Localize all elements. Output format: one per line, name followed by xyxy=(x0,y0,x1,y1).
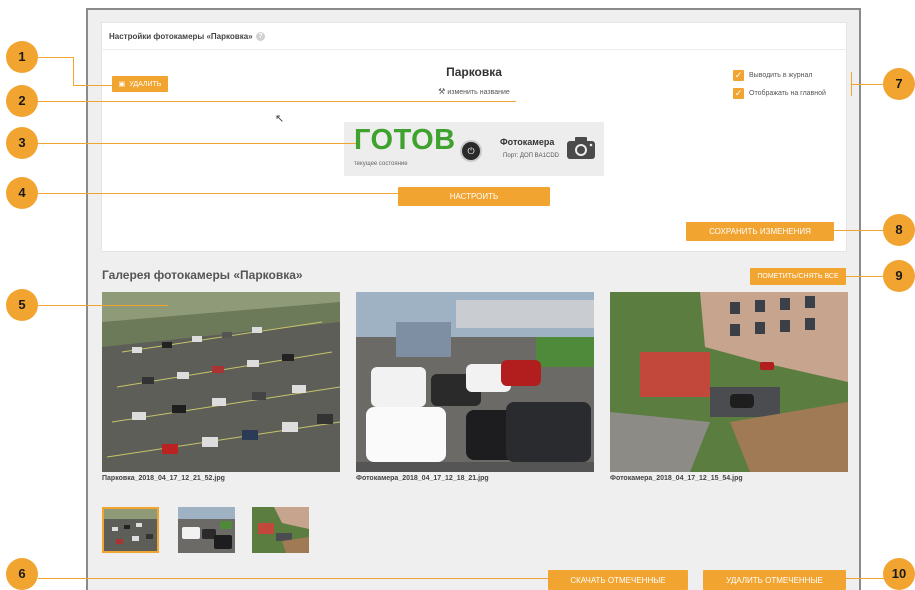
marker-9: 9 xyxy=(883,260,915,292)
checkbox-log[interactable]: ✓ Выводить в журнал xyxy=(733,69,853,81)
mouse-pointer-icon: ↖ xyxy=(275,113,285,125)
camera-icon xyxy=(567,137,595,159)
marker-6: 6 xyxy=(6,558,38,590)
checkpoint-photo-image xyxy=(356,292,594,472)
wrench-icon: ⚒ xyxy=(438,87,446,96)
delete-marked-button[interactable]: УДАЛИТЬ ОТМЕЧЕННЫЕ xyxy=(703,570,846,590)
callout-line-10 xyxy=(846,578,886,579)
rename-label: изменить название xyxy=(447,89,510,96)
marker-3: 3 xyxy=(6,127,38,159)
gallery-photo-1[interactable] xyxy=(102,292,340,472)
callout-line-3 xyxy=(38,143,356,144)
marker-1: 1 xyxy=(6,41,38,73)
download-marked-button[interactable]: СКАЧАТЬ ОТМЕЧЕННЫЕ xyxy=(548,570,688,590)
power-button[interactable]: ⏻ xyxy=(460,140,482,162)
callout-line-2 xyxy=(38,101,516,102)
device-name: Фотокамера xyxy=(500,137,555,147)
marker-5: 5 xyxy=(6,289,38,321)
marker-2: 2 xyxy=(6,85,38,117)
delete-camera-label: УДАЛИТЬ xyxy=(129,80,162,88)
callout-line-1 xyxy=(38,57,73,58)
thumbnail-1[interactable] xyxy=(102,507,159,553)
status-state: ГОТОВ xyxy=(354,124,456,156)
checkmark-icon: ✓ xyxy=(733,87,744,99)
thumbnail-3[interactable] xyxy=(252,507,309,553)
callout-line-8 xyxy=(834,230,886,231)
device-port: Порт: ДОП BA1CDD xyxy=(503,153,559,159)
photo-2-filename: Фотокамера_2018_04_17_12_18_21.jpg xyxy=(356,475,489,482)
thumbnail-1-image xyxy=(104,509,157,551)
power-icon: ⏻ xyxy=(467,146,475,156)
callout-line-4 xyxy=(38,193,398,194)
panel-title: Настройки фотокамеры «Парковка» xyxy=(109,32,253,41)
checkbox-show-main[interactable]: ✓ Отображать на главной xyxy=(733,87,853,99)
camera-name: Парковка xyxy=(446,65,502,79)
gallery-photo-3[interactable] xyxy=(610,292,848,472)
callout-line-1-end xyxy=(73,85,113,86)
trash-icon: ▣ xyxy=(118,81,126,88)
status-caption: текущее состояние xyxy=(354,161,408,167)
thumbnail-2[interactable] xyxy=(178,507,235,553)
gallery-photo-2[interactable] xyxy=(356,292,594,472)
photo-3-filename: Фотокамера_2018_04_17_12_15_54.jpg xyxy=(610,475,743,482)
thumbnail-3-image xyxy=(252,507,309,553)
marker-8: 8 xyxy=(883,214,915,246)
configure-button[interactable]: НАСТРОИТЬ xyxy=(398,187,550,206)
checkbox-log-label: Выводить в журнал xyxy=(749,71,813,79)
parking-photo-image xyxy=(102,292,340,472)
mark-all-button[interactable]: ПОМЕТИТЬ/СНЯТЬ ВСЕ xyxy=(750,268,846,285)
callout-line-6 xyxy=(38,578,548,579)
panel-divider xyxy=(101,49,847,50)
checkmark-icon: ✓ xyxy=(733,69,744,81)
callout-line-1-vertical xyxy=(73,57,74,85)
marker-4: 4 xyxy=(6,177,38,209)
thumbnail-2-image xyxy=(178,507,235,553)
courtyard-photo-image xyxy=(610,292,848,472)
marker-7: 7 xyxy=(883,68,915,100)
callout-line-7 xyxy=(851,84,886,85)
checkbox-show-main-label: Отображать на главной xyxy=(749,89,826,97)
rename-link[interactable]: ⚒ изменить название xyxy=(409,87,539,96)
photo-1-filename: Парковка_2018_04_17_12_21_52.jpg xyxy=(102,475,225,482)
save-changes-button[interactable]: СОХРАНИТЬ ИЗМЕНЕНИЯ xyxy=(686,222,834,241)
gallery-title: Галерея фотокамеры «Парковка» xyxy=(102,268,303,282)
delete-camera-button[interactable]: ▣ УДАЛИТЬ xyxy=(112,76,168,92)
help-icon[interactable]: ? xyxy=(256,32,265,41)
callout-line-9 xyxy=(846,276,886,277)
screenshot-stage: Настройки фотокамеры «Парковка» ? ▣ УДАЛ… xyxy=(0,0,915,590)
callout-line-5 xyxy=(38,305,168,306)
marker-10: 10 xyxy=(883,558,915,590)
